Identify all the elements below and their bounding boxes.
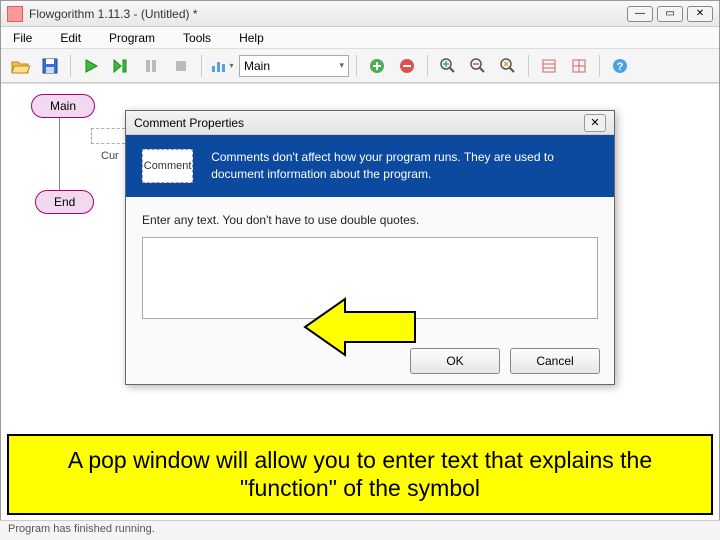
stop-button[interactable] xyxy=(168,53,194,79)
svg-text:?: ? xyxy=(617,61,624,73)
chart-button[interactable]: ▾ xyxy=(209,53,235,79)
dialog-body: Enter any text. You don't have to use do… xyxy=(126,197,614,338)
help-icon: ? xyxy=(611,57,629,75)
stop-icon xyxy=(174,59,188,73)
chevron-down-icon: ▾ xyxy=(339,60,344,71)
comment-dialog: Comment Properties ✕ Comment Comments do… xyxy=(125,110,615,385)
window-controls: — ▭ ✕ xyxy=(627,6,713,22)
menu-tools[interactable]: Tools xyxy=(177,29,217,47)
plus-circle-icon xyxy=(368,57,386,75)
toolbar: ▾ Main ▾ ? xyxy=(1,49,719,83)
separator xyxy=(356,55,357,77)
zoom-fit-button[interactable] xyxy=(495,53,521,79)
function-select[interactable]: Main ▾ xyxy=(239,55,349,77)
menu-help[interactable]: Help xyxy=(233,29,270,47)
help-button[interactable]: ? xyxy=(607,53,633,79)
app-icon xyxy=(7,6,23,22)
menu-program[interactable]: Program xyxy=(103,29,161,47)
chart-icon xyxy=(210,58,228,74)
zoom-out-button[interactable] xyxy=(465,53,491,79)
separator xyxy=(427,55,428,77)
statusbar: Program has finished running. xyxy=(0,520,720,540)
dropdown-arrow-icon: ▾ xyxy=(229,61,233,70)
separator xyxy=(528,55,529,77)
layout2-icon xyxy=(571,58,587,74)
pause-button[interactable] xyxy=(138,53,164,79)
separator xyxy=(599,55,600,77)
cursor-label: Cur xyxy=(101,150,119,162)
dialog-title: Comment Properties xyxy=(134,116,584,130)
menubar: File Edit Program Tools Help xyxy=(1,27,719,49)
comment-symbol-icon: Comment xyxy=(142,149,193,183)
zoom-fit-icon xyxy=(499,57,517,75)
separator xyxy=(70,55,71,77)
step-icon xyxy=(112,58,130,74)
floppy-icon xyxy=(41,57,59,75)
dialog-close-button[interactable]: ✕ xyxy=(584,114,606,132)
node-end[interactable]: End xyxy=(35,190,94,214)
run-button[interactable] xyxy=(78,53,104,79)
step-button[interactable] xyxy=(108,53,134,79)
ok-button[interactable]: OK xyxy=(410,348,500,374)
close-button[interactable]: ✕ xyxy=(687,6,713,22)
dialog-banner: Comment Comments don't affect how your p… xyxy=(126,135,614,197)
minimize-button[interactable]: — xyxy=(627,6,653,22)
minus-circle-icon xyxy=(398,57,416,75)
layout2-button[interactable] xyxy=(566,53,592,79)
menu-edit[interactable]: Edit xyxy=(54,29,87,47)
maximize-button[interactable]: ▭ xyxy=(657,6,683,22)
dialog-banner-text: Comments don't affect how your program r… xyxy=(211,149,598,183)
status-text: Program has finished running. xyxy=(8,523,155,535)
function-select-value: Main xyxy=(244,59,270,73)
menu-file[interactable]: File xyxy=(7,29,38,47)
node-main[interactable]: Main xyxy=(31,94,95,118)
remove-button[interactable] xyxy=(394,53,420,79)
dialog-titlebar: Comment Properties ✕ xyxy=(126,111,614,135)
zoom-out-icon xyxy=(469,57,487,75)
open-button[interactable] xyxy=(7,53,33,79)
pause-icon xyxy=(144,59,158,73)
caption-banner: A pop window will allow you to enter tex… xyxy=(7,434,713,516)
add-button[interactable] xyxy=(364,53,390,79)
zoom-in-icon xyxy=(439,57,457,75)
dialog-hint: Enter any text. You don't have to use do… xyxy=(142,213,598,227)
layout-icon xyxy=(541,58,557,74)
separator xyxy=(201,55,202,77)
layout1-button[interactable] xyxy=(536,53,562,79)
dialog-buttons: OK Cancel xyxy=(126,338,614,384)
flow-connector xyxy=(59,118,60,192)
play-icon xyxy=(83,58,99,74)
window-title: Flowgorithm 1.11.3 - (Untitled) * xyxy=(29,7,627,21)
save-button[interactable] xyxy=(37,53,63,79)
folder-open-icon xyxy=(10,57,30,75)
zoom-in-button[interactable] xyxy=(435,53,461,79)
comment-textarea[interactable] xyxy=(142,237,598,319)
cancel-button[interactable]: Cancel xyxy=(510,348,600,374)
titlebar: Flowgorithm 1.11.3 - (Untitled) * — ▭ ✕ xyxy=(1,1,719,27)
